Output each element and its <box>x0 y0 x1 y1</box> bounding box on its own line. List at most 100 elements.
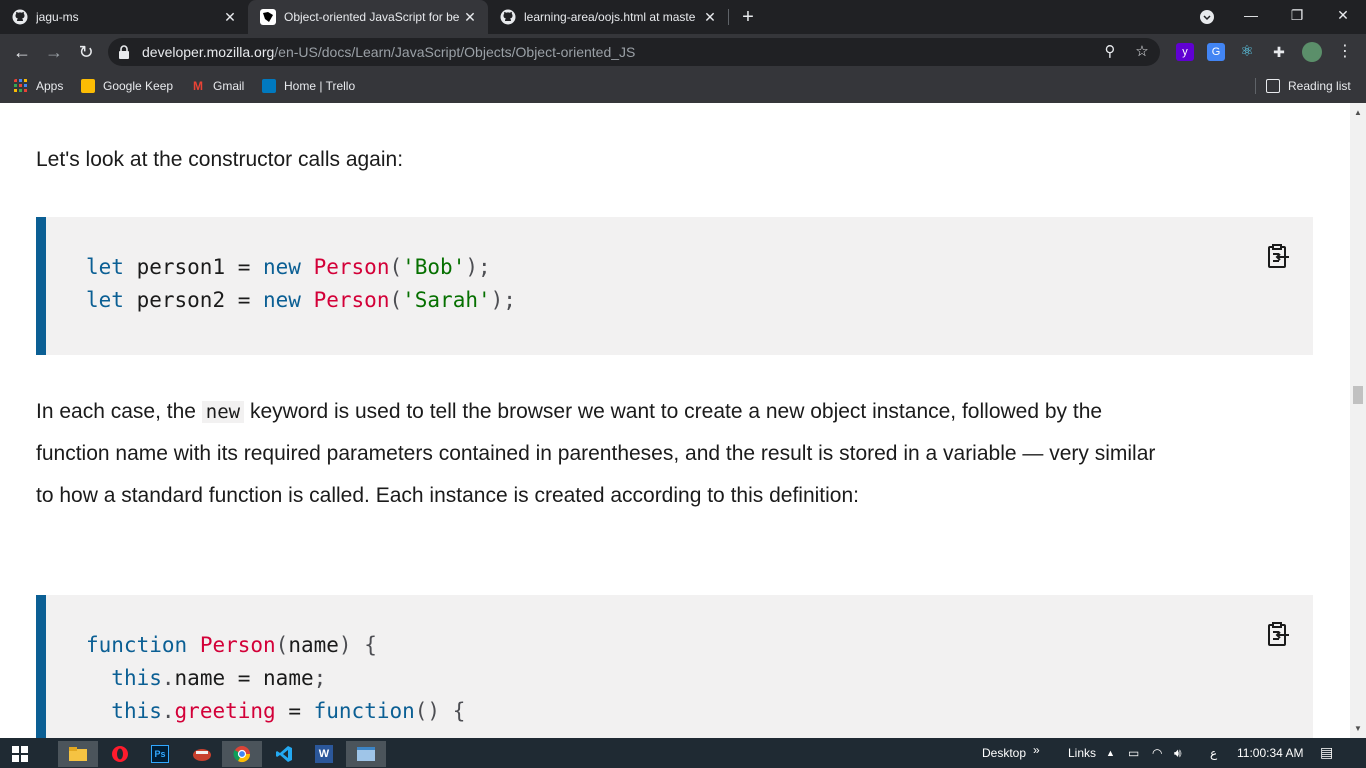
trello-icon <box>262 79 276 93</box>
bookmark-trello[interactable]: Home | Trello <box>262 77 355 95</box>
bookmark-label: Gmail <box>213 79 245 93</box>
reading-list-button[interactable]: Reading list <box>1266 77 1351 95</box>
windows-taskbar: Ps W Desktop » Links ▲ ▭ ◠ 🔊︎ ع 11:00:34… <box>0 738 1366 768</box>
page-scrollbar[interactable]: ▲ ▼ <box>1350 103 1366 738</box>
scrollbar-thumb[interactable] <box>1353 386 1363 404</box>
yahoo-extension-icon[interactable]: y <box>1176 43 1194 61</box>
new-tab-button[interactable]: + <box>737 6 759 28</box>
zoom-icon[interactable]: ⚲ <box>1100 42 1120 62</box>
react-devtools-icon[interactable]: ⚛ <box>1238 43 1256 61</box>
bookmarks-separator <box>1255 78 1256 94</box>
paragraph-constructor-calls: Let's look at the constructor calls agai… <box>36 148 404 171</box>
close-icon[interactable]: ✕ <box>460 9 480 26</box>
code-token: name <box>174 666 226 690</box>
file-explorer-icon[interactable] <box>58 741 98 767</box>
code-token: ( <box>275 633 289 657</box>
code-token: greeting <box>174 699 276 723</box>
code-token: = name <box>225 666 314 690</box>
tab-strip: jagu-ms ✕ Object-oriented JavaScript for… <box>0 0 1366 34</box>
notifications-icon[interactable]: ▤ <box>1320 744 1333 761</box>
github-icon <box>500 9 516 25</box>
code-token: person1 = <box>123 255 264 279</box>
bookmark-apps[interactable]: Apps <box>14 77 63 95</box>
paragraph-text: In each case, the <box>36 400 202 423</box>
menu-kebab-icon[interactable]: ⋮ <box>1336 43 1354 61</box>
code-token: new <box>263 255 301 279</box>
chevron-right-icon[interactable]: » <box>1033 743 1040 757</box>
code-token: this <box>111 666 162 690</box>
game-app-icon[interactable] <box>182 741 222 767</box>
windows-start-icon[interactable] <box>0 741 40 767</box>
code-token: ) { <box>338 633 377 657</box>
code-token: ; <box>313 666 327 690</box>
bookmark-gmail[interactable]: M Gmail <box>191 77 244 95</box>
battery-icon[interactable]: ▭ <box>1128 746 1139 760</box>
apps-grid-icon <box>14 79 27 92</box>
extensions-puzzle-icon[interactable]: ✚ <box>1270 43 1288 61</box>
word-icon[interactable]: W <box>304 741 344 767</box>
bookmark-label: Apps <box>36 79 64 93</box>
code-line: this.greeting = function() { <box>86 699 465 723</box>
scroll-up-arrow-icon[interactable]: ▲ <box>1354 109 1362 117</box>
code-token: Person <box>313 288 390 312</box>
close-icon[interactable]: ✕ <box>220 9 240 26</box>
copy-to-clipboard-icon[interactable] <box>1265 243 1291 269</box>
code-token: () { <box>414 699 466 723</box>
clock[interactable]: 11:00:34 AM <box>1237 746 1304 760</box>
code-token: function <box>313 699 415 723</box>
desktop-toolbar-label[interactable]: Desktop <box>982 746 1026 760</box>
code-token: . <box>161 666 175 690</box>
wifi-icon[interactable]: ◠ <box>1152 746 1162 760</box>
address-bar[interactable]: developer.mozilla.org/en-US/docs/Learn/J… <box>108 38 1160 66</box>
code-token: function <box>86 633 188 657</box>
show-hidden-icons-icon[interactable]: ▲ <box>1106 748 1115 758</box>
code-token: name <box>288 633 339 657</box>
scroll-down-arrow-icon[interactable]: ▼ <box>1354 725 1362 733</box>
copy-to-clipboard-icon[interactable] <box>1265 621 1291 647</box>
gmail-icon: M <box>193 79 203 93</box>
code-block-person-definition: function Person(name) { this.name = name… <box>36 595 1313 738</box>
opera-icon[interactable] <box>100 741 140 767</box>
tab-separator <box>728 9 729 25</box>
translate-extension-icon[interactable]: G <box>1207 43 1225 61</box>
code-line: function Person(name) { <box>86 633 377 657</box>
forward-button[interactable]: → <box>42 41 66 63</box>
restore-button[interactable]: ❐ <box>1274 0 1320 34</box>
keep-icon <box>81 79 95 93</box>
tab-jagu-ms[interactable]: jagu-ms ✕ <box>0 0 248 34</box>
code-line: let person1 = new Person('Bob'); <box>86 255 491 279</box>
avatar[interactable] <box>1302 42 1322 62</box>
close-window-button[interactable]: ✕ <box>1320 0 1366 34</box>
back-button[interactable]: ← <box>10 41 34 63</box>
code-token: . <box>161 699 175 723</box>
reload-button[interactable]: ↻ <box>74 41 98 63</box>
tab-mdn-oojs[interactable]: Object-oriented JavaScript for be ✕ <box>248 0 488 34</box>
chrome-taskbar-icon[interactable] <box>222 741 262 767</box>
minimize-button[interactable]: — <box>1228 0 1274 34</box>
code-line: this.name = name; <box>86 666 326 690</box>
chrome-profile-menu-icon[interactable] <box>1184 0 1230 34</box>
code-token: let <box>86 255 124 279</box>
vscode-icon[interactable] <box>264 741 304 767</box>
links-toolbar-label[interactable]: Links <box>1068 746 1096 760</box>
window-app-icon[interactable] <box>346 741 386 767</box>
photoshop-icon[interactable]: Ps <box>140 741 180 767</box>
code-token: this <box>111 699 162 723</box>
lock-icon <box>119 45 129 59</box>
language-indicator[interactable]: ع <box>1210 746 1217 760</box>
url-path: /en-US/docs/Learn/JavaScript/Objects/Obj… <box>274 44 636 60</box>
bookmarks-bar: Apps Google Keep M Gmail Home | Trello R… <box>0 70 1366 103</box>
star-icon[interactable]: ☆ <box>1132 42 1152 62</box>
bookmark-google-keep[interactable]: Google Keep <box>81 77 173 95</box>
tab-title: jagu-ms <box>36 10 79 24</box>
close-icon[interactable]: ✕ <box>700 9 720 26</box>
tab-learning-area[interactable]: learning-area/oojs.html at maste ✕ <box>488 0 728 34</box>
code-token: 'Sarah' <box>402 288 491 312</box>
code-token: new <box>263 288 301 312</box>
volume-icon[interactable]: 🔊︎ <box>1174 746 1182 761</box>
code-token: Person <box>199 633 276 657</box>
code-token: ); <box>490 288 516 312</box>
